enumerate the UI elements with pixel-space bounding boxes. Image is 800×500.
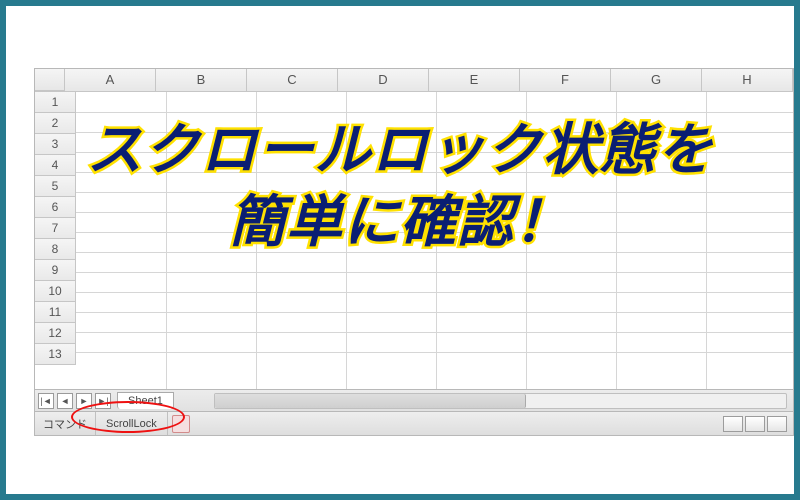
horizontal-scroll-thumb[interactable] — [215, 394, 526, 408]
cells-area[interactable] — [76, 92, 793, 389]
page-frame: A B C D E F G H 1 2 3 4 5 6 7 8 — [0, 0, 800, 500]
status-scrolllock: ScrollLock — [96, 412, 168, 435]
tab-nav-last-icon[interactable]: ►| — [95, 393, 111, 409]
pagelayout-view-button[interactable] — [745, 416, 765, 432]
row-header[interactable]: 4 — [35, 155, 76, 176]
col-header[interactable]: H — [702, 69, 793, 91]
row-header[interactable]: 7 — [35, 218, 76, 239]
row-header[interactable]: 2 — [35, 113, 76, 134]
pagebreak-view-button[interactable] — [767, 416, 787, 432]
status-mode: コマンド — [35, 412, 96, 435]
row-header[interactable]: 13 — [35, 344, 76, 365]
status-scrolllock-label: ScrollLock — [106, 418, 157, 430]
select-all-button[interactable] — [35, 69, 65, 91]
col-header[interactable]: D — [338, 69, 429, 91]
sheet-tab-bar: |◄ ◄ ► ►| Sheet1 — [35, 389, 793, 412]
tab-nav-next-icon[interactable]: ► — [76, 393, 92, 409]
col-header[interactable]: A — [65, 69, 156, 91]
col-header[interactable]: C — [247, 69, 338, 91]
col-header[interactable]: G — [611, 69, 702, 91]
normal-view-button[interactable] — [723, 416, 743, 432]
tab-nav-prev-icon[interactable]: ◄ — [57, 393, 73, 409]
col-header[interactable]: F — [520, 69, 611, 91]
sheet-tab[interactable]: Sheet1 — [117, 392, 174, 409]
row-header[interactable]: 10 — [35, 281, 76, 302]
grid-body: 1 2 3 4 5 6 7 8 9 10 11 12 13 — [35, 92, 793, 389]
status-bar: コマンド ScrollLock — [35, 411, 793, 435]
row-header[interactable]: 5 — [35, 176, 76, 197]
row-headers: 1 2 3 4 5 6 7 8 9 10 11 12 13 — [35, 92, 76, 389]
row-header[interactable]: 11 — [35, 302, 76, 323]
tab-nav-first-icon[interactable]: |◄ — [38, 393, 54, 409]
row-header[interactable]: 12 — [35, 323, 76, 344]
row-header[interactable]: 8 — [35, 239, 76, 260]
col-header[interactable]: E — [429, 69, 520, 91]
row-header[interactable]: 3 — [35, 134, 76, 155]
row-header[interactable]: 6 — [35, 197, 76, 218]
view-buttons — [723, 416, 793, 432]
grid: A B C D E F G H 1 2 3 4 5 6 7 8 — [35, 69, 793, 389]
spreadsheet-panel: A B C D E F G H 1 2 3 4 5 6 7 8 — [34, 68, 794, 436]
row-header[interactable]: 1 — [35, 92, 76, 113]
row-header[interactable]: 9 — [35, 260, 76, 281]
horizontal-scrollbar[interactable] — [214, 393, 787, 409]
column-header-row: A B C D E F G H — [35, 69, 793, 92]
status-record-icon — [172, 415, 190, 433]
col-header[interactable]: B — [156, 69, 247, 91]
